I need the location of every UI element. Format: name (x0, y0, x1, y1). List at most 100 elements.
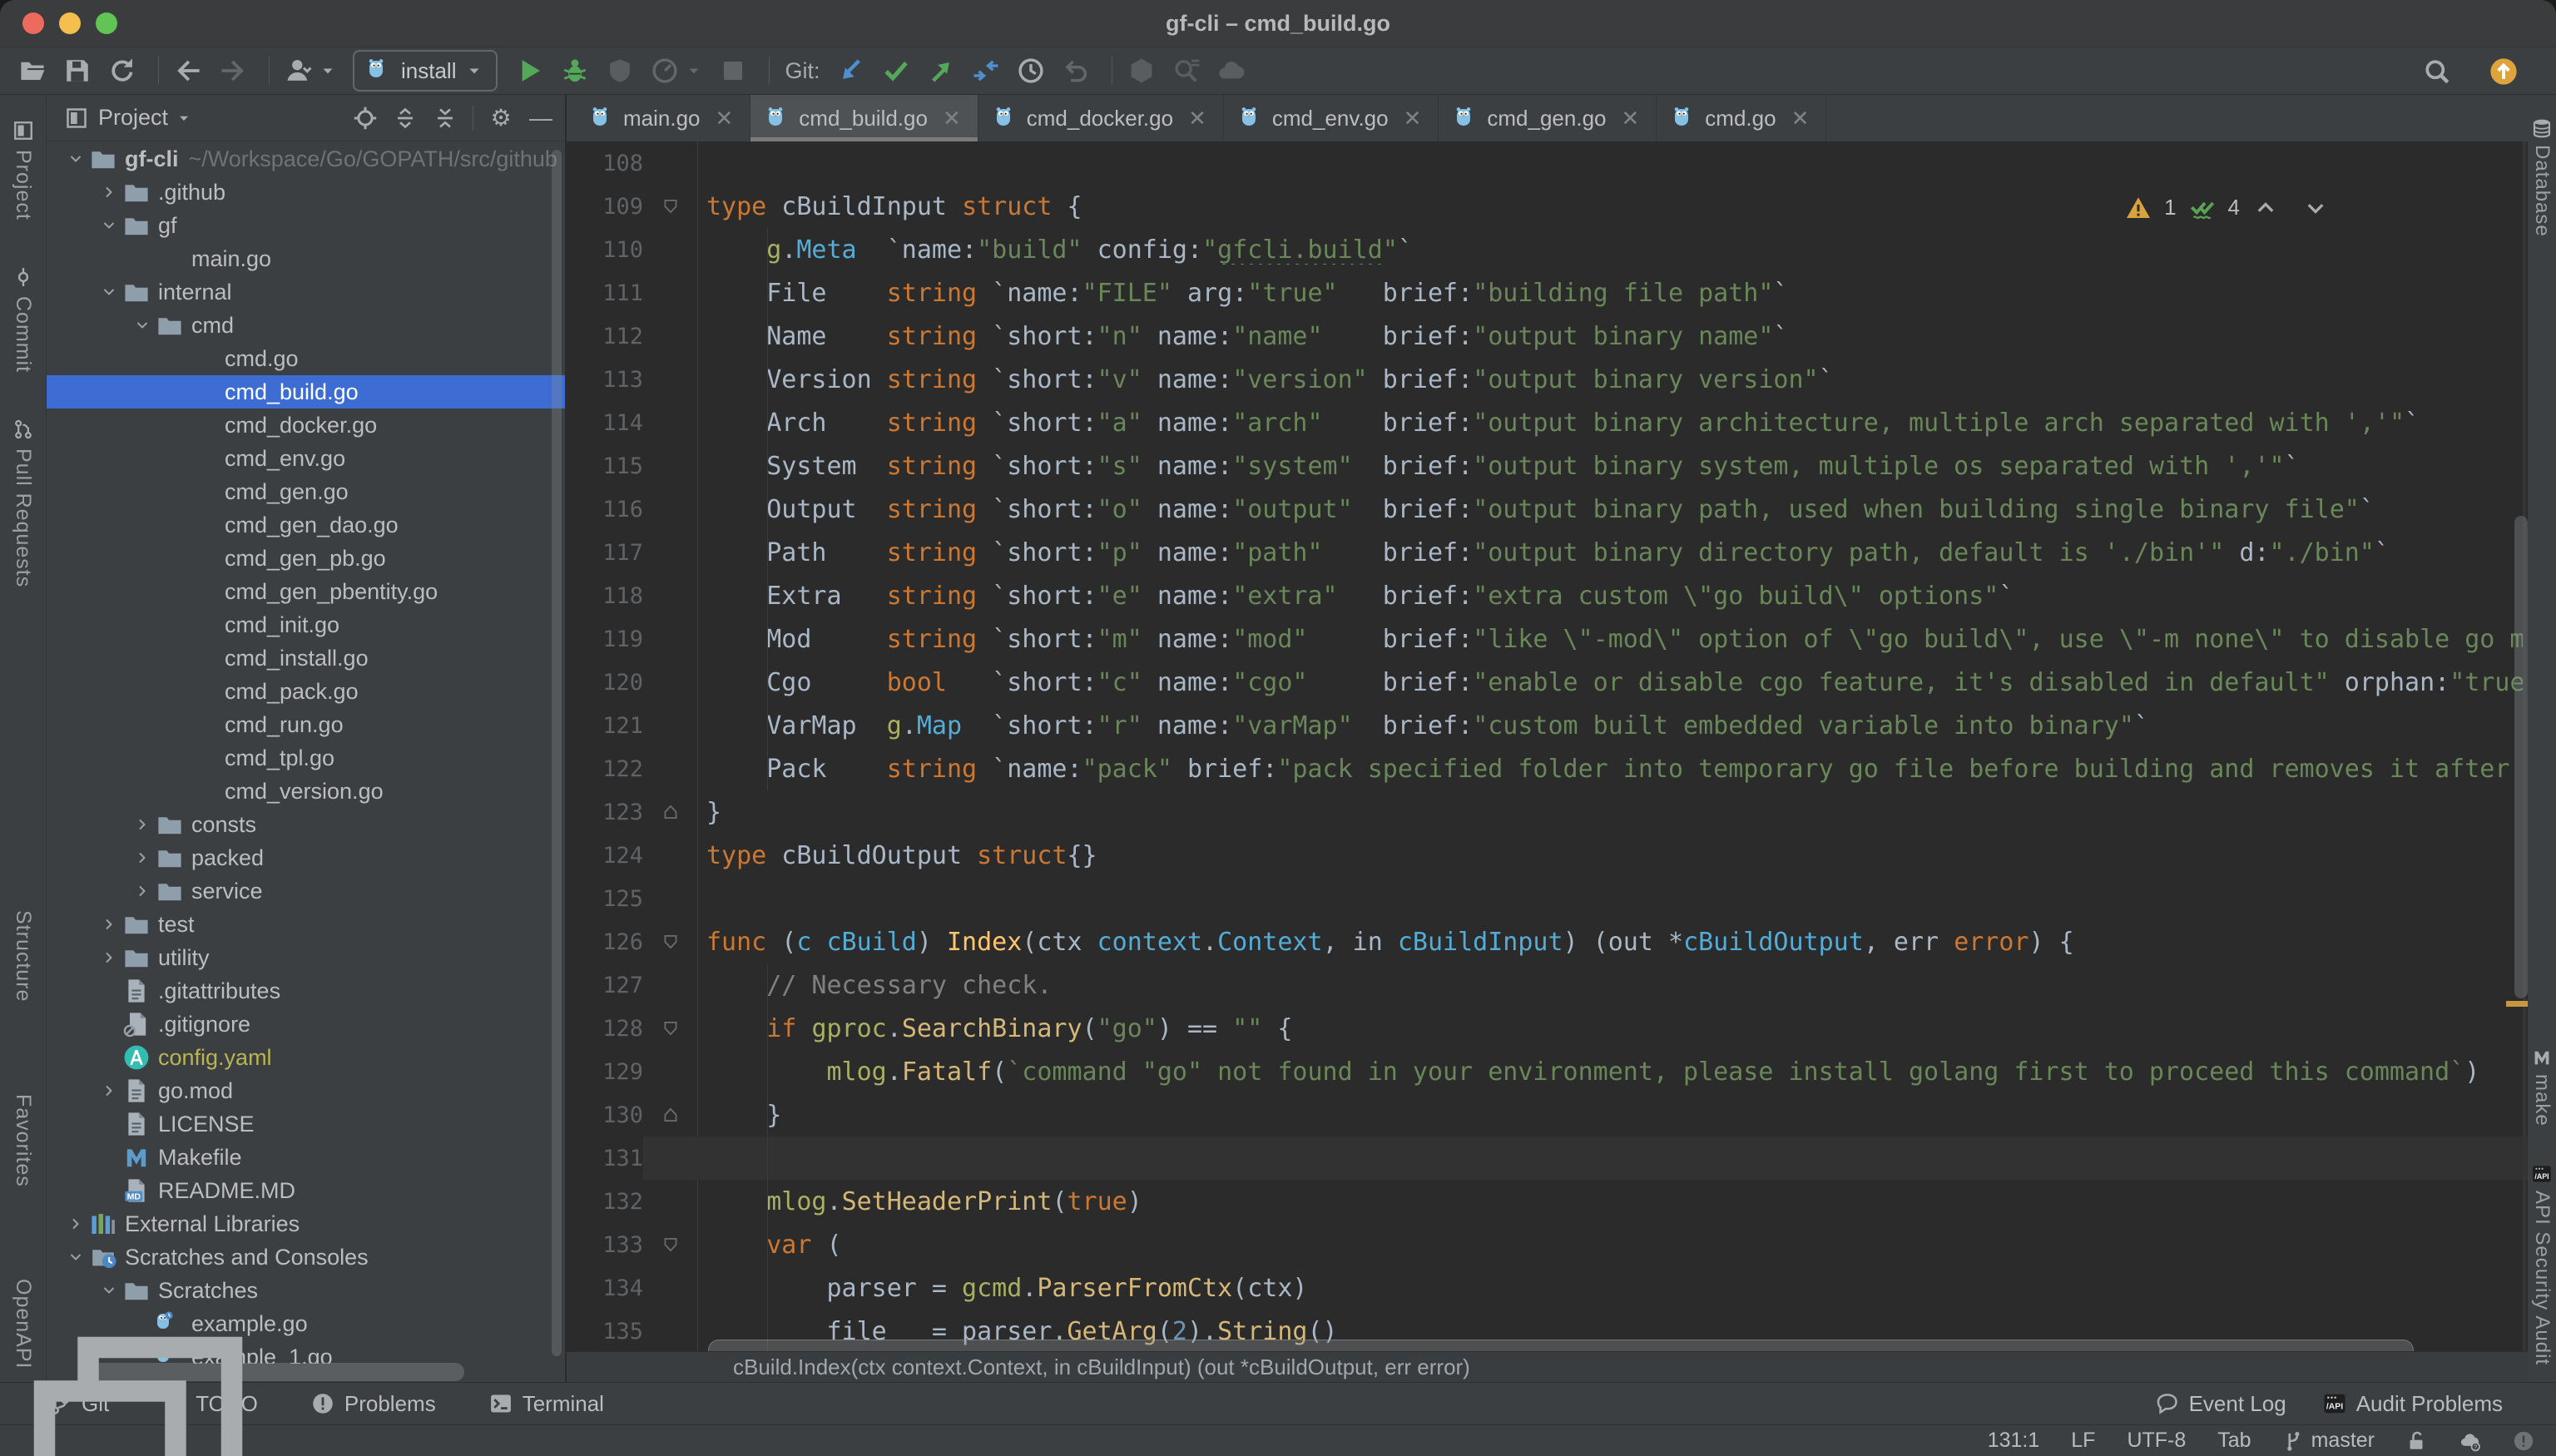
tree-item-cmd_tpl.go[interactable]: cmd_tpl.go (47, 741, 565, 775)
context-breadcrumb[interactable]: cBuild.Index(ctx context.Context, in cBu… (567, 1351, 2528, 1382)
code-line[interactable]: 127 // Necessary check. (567, 963, 2528, 1007)
tree-item-packed[interactable]: packed (47, 841, 565, 874)
coverage-icon[interactable] (606, 57, 634, 85)
status-lock[interactable] (2406, 1430, 2428, 1452)
title-bar[interactable]: gf-cli – cmd_build.go (0, 0, 2556, 47)
close-icon[interactable]: ✕ (1791, 106, 1810, 131)
code-line[interactable]: 114 Arch string `short:"a" name:"arch" b… (567, 401, 2528, 444)
tree-item-cmd_run.go[interactable]: cmd_run.go (47, 708, 565, 741)
history-icon[interactable] (1017, 57, 1045, 85)
status-git-branch[interactable]: master (2283, 1429, 2375, 1453)
next-problem-button[interactable] (2303, 196, 2328, 220)
tool-button-event-log[interactable]: Event Log (2156, 1391, 2286, 1417)
caret-down-icon[interactable] (320, 62, 336, 79)
tree-item-service[interactable]: service (47, 874, 565, 908)
code-line[interactable]: 128 if gproc.SearchBinary("go") == "" { (567, 1007, 2528, 1050)
tab-cmd_docker.go[interactable]: cmd_docker.go✕ (978, 95, 1224, 141)
tree-item-cmd_install.go[interactable]: cmd_install.go (47, 641, 565, 675)
run-play-icon[interactable] (516, 57, 544, 85)
stripe-button-make[interactable]: make (2530, 1047, 2554, 1127)
code-line[interactable]: 116 Output string `short:"o" name:"outpu… (567, 488, 2528, 531)
chevron-down-icon[interactable] (62, 1248, 90, 1266)
close-icon[interactable]: ✕ (1404, 106, 1422, 131)
code-line[interactable]: 123} (567, 790, 2528, 834)
chevron-right-icon[interactable] (128, 882, 156, 900)
inspections-widget[interactable]: 1 4 (2126, 195, 2328, 220)
code-line[interactable]: 112 Name string `short:"n" name:"name" b… (567, 314, 2528, 358)
stripe-button-structure[interactable]: Structure (11, 910, 35, 1002)
caret-down-dim-icon[interactable] (686, 62, 702, 79)
tree-item-.gitattributes[interactable]: .gitattributes (47, 974, 565, 1008)
tree-item-LICENSE[interactable]: LICENSE (47, 1107, 565, 1141)
tree-vertical-scrollbar[interactable] (552, 150, 562, 1356)
tree-item-cmd.go[interactable]: cmd.go (47, 342, 565, 375)
chevron-right-icon[interactable] (95, 183, 123, 201)
settings-gear-icon[interactable]: ⚙ (488, 106, 513, 131)
code-line[interactable]: 110 g.Meta `name:"build" config:"gfcli.b… (567, 228, 2528, 271)
code-line[interactable]: 124type cBuildOutput struct{} (567, 834, 2528, 877)
code-line[interactable]: 111 File string `name:"FILE" arg:"true" … (567, 271, 2528, 314)
code-line[interactable]: 125 (567, 877, 2528, 920)
git-merge-icon[interactable] (972, 57, 1000, 85)
rollback-icon[interactable] (1062, 57, 1090, 85)
chevron-right-icon[interactable] (95, 948, 123, 967)
tool-button-audit-problems[interactable]: /APIAudit Problems (2323, 1391, 2503, 1417)
tree-item-cmd_build.go[interactable]: cmd_build.go (47, 375, 565, 409)
code-line[interactable]: 113 Version string `short:"v" name:"vers… (567, 358, 2528, 401)
search-icon[interactable] (2423, 57, 2451, 86)
fold-marker-icon[interactable] (643, 920, 698, 963)
tree-item-gf[interactable]: gf (47, 209, 565, 242)
editor-horizontal-scrollbar[interactable] (708, 1340, 2414, 1351)
tree-item-config.yaml[interactable]: config.yaml (47, 1041, 565, 1074)
code-line[interactable]: 126func (c cBuild) Index(ctx context.Con… (567, 920, 2528, 963)
chevron-down-icon[interactable] (176, 111, 191, 126)
hexagon-icon[interactable] (1127, 57, 1156, 85)
stop-icon[interactable] (719, 57, 747, 85)
tree-item-Scratches and Consoles[interactable]: Scratches and Consoles (47, 1241, 565, 1274)
sync-icon[interactable] (108, 57, 136, 85)
tree-item-gf-cli[interactable]: gf-cli~/Workspace/Go/GOPATH/src/github (47, 142, 565, 176)
tab-cmd_gen.go[interactable]: cmd_gen.go✕ (1439, 95, 1657, 141)
stripe-button-commit[interactable]: Commit (11, 266, 35, 373)
tree-item-README.MD[interactable]: MDREADME.MD (47, 1174, 565, 1207)
close-icon[interactable]: ✕ (716, 106, 734, 131)
previous-problem-button[interactable] (2253, 196, 2278, 220)
chevron-down-icon[interactable] (95, 1281, 123, 1300)
status-caret-position[interactable]: 131:1 (1988, 1429, 2040, 1453)
tree-item-.gitignore[interactable]: .gitignore (47, 1008, 565, 1041)
status-notifications[interactable] (2513, 1430, 2534, 1452)
tree-item-consts[interactable]: consts (47, 808, 565, 841)
chevron-right-icon[interactable] (95, 1082, 123, 1100)
close-icon[interactable]: ✕ (1188, 106, 1206, 131)
tree-item-External Libraries[interactable]: External Libraries (47, 1207, 565, 1241)
save-all-icon[interactable] (63, 57, 92, 85)
stacked-windows-icon[interactable] (13, 1316, 263, 1456)
hide-panel-button[interactable]: — (528, 106, 553, 131)
chevron-down-icon[interactable] (95, 283, 123, 301)
profiler-icon[interactable] (651, 57, 679, 85)
tool-button-terminal[interactable]: Terminal (489, 1391, 604, 1417)
tree-item-cmd_docker.go[interactable]: cmd_docker.go (47, 409, 565, 442)
tab-cmd_env.go[interactable]: cmd_env.go✕ (1224, 95, 1439, 141)
debug-bug-icon[interactable] (561, 57, 589, 85)
status-line-separator[interactable]: LF (2071, 1429, 2095, 1453)
tree-item-cmd_env.go[interactable]: cmd_env.go (47, 442, 565, 475)
code-line[interactable]: 134 parser = gcmd.ParserFromCtx(ctx) (567, 1266, 2528, 1310)
git-push-icon[interactable] (927, 57, 955, 85)
code-line[interactable]: 133 var ( (567, 1223, 2528, 1266)
tab-cmd_build.go[interactable]: cmd_build.go✕ (750, 95, 978, 141)
code-line[interactable]: 130 } (567, 1093, 2528, 1137)
tree-item-utility[interactable]: utility (47, 941, 565, 974)
code-line[interactable]: 118 Extra string `short:"e" name:"extra"… (567, 574, 2528, 617)
chevron-right-icon[interactable] (62, 1215, 90, 1233)
tree-item-main.go[interactable]: main.go (47, 242, 565, 275)
stripe-button-project[interactable]: Project (11, 120, 35, 220)
stripe-button-database[interactable]: Database (2530, 118, 2554, 237)
fold-marker-icon[interactable] (643, 1093, 698, 1137)
fold-marker-icon[interactable] (643, 185, 698, 228)
user-icon[interactable] (285, 57, 313, 85)
code-line[interactable]: 108 (567, 141, 2528, 185)
tree-item-cmd_init.go[interactable]: cmd_init.go (47, 608, 565, 641)
status-indent-style[interactable]: Tab (2217, 1429, 2251, 1453)
chevron-right-icon[interactable] (128, 815, 156, 834)
